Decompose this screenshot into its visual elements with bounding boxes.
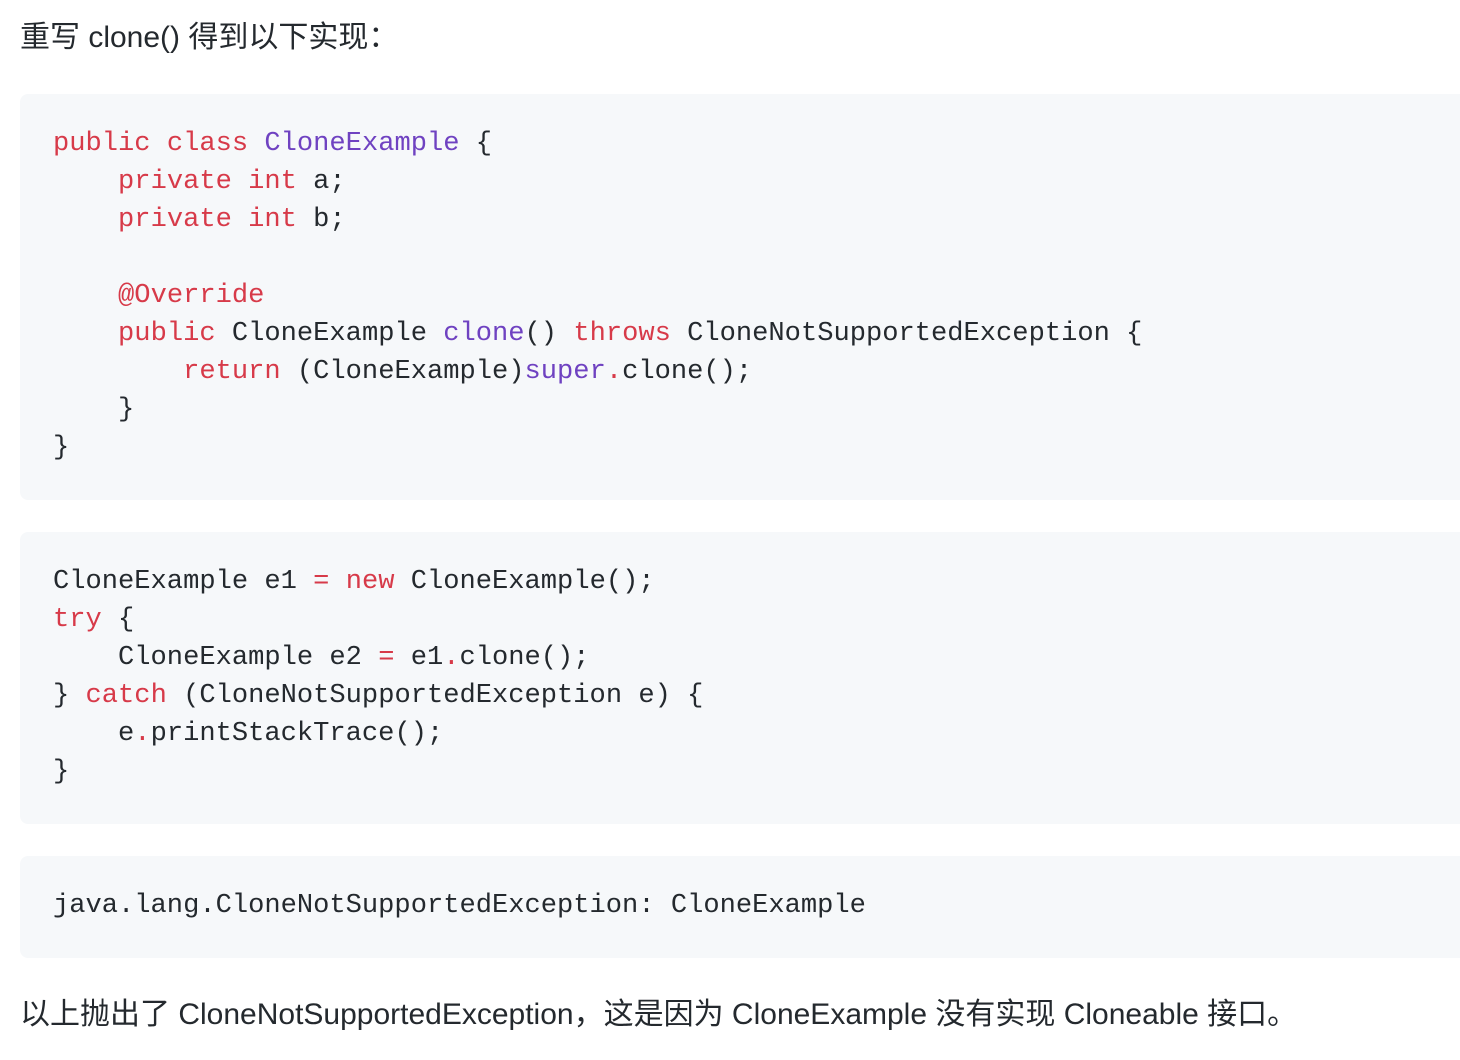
- code-text: a;: [296, 166, 346, 197]
- code-line: public CloneExample clone() throws Clone…: [53, 315, 1460, 353]
- code-text: printStackTrace();: [150, 718, 444, 749]
- code-text: {: [101, 604, 135, 635]
- code-block-clone-usage: CloneExample e1 = new CloneExample(); try…: [20, 532, 1460, 824]
- code-text: clone();: [459, 642, 590, 673]
- code-text: CloneExample();: [394, 566, 655, 597]
- code-text: e1: [394, 642, 444, 673]
- code-line: }: [53, 391, 1460, 429]
- code-line: @Override: [53, 277, 1460, 315]
- code-text: (CloneExample): [280, 356, 525, 387]
- code-text: CloneExample e1: [53, 566, 314, 597]
- code-text: }: [53, 432, 70, 463]
- code-keyword: new: [345, 566, 395, 597]
- code-content: java.lang.CloneNotSupportedException: Cl…: [53, 856, 1460, 925]
- code-keyword: public: [53, 128, 151, 159]
- code-line: e.printStackTrace();: [53, 715, 1460, 753]
- code-keyword: private: [118, 166, 232, 197]
- code-keyword: .: [134, 718, 151, 749]
- code-identifier: CloneExample: [264, 128, 460, 159]
- code-line: private int b;: [53, 201, 1460, 239]
- code-line: return (CloneExample)super.clone();: [53, 353, 1460, 391]
- code-identifier: clone: [443, 318, 525, 349]
- code-keyword: .: [605, 356, 623, 387]
- code-keyword: int: [248, 204, 297, 235]
- code-line: }: [53, 753, 1460, 791]
- code-text: java.lang.CloneNotSupportedException: Cl…: [53, 890, 866, 921]
- code-text: }: [53, 394, 135, 425]
- code-keyword: private: [118, 204, 232, 235]
- code-annotation: @Override: [118, 280, 265, 311]
- code-text: CloneExample e2: [53, 642, 379, 673]
- code-keyword: int: [248, 166, 297, 197]
- code-line: CloneExample e1 = new CloneExample();: [53, 563, 1460, 601]
- code-text: b;: [296, 204, 346, 235]
- intro-paragraph: 重写 clone() 得到以下实现：: [20, 21, 399, 54]
- code-block-clone-example-class: public class CloneExample { private int …: [20, 94, 1460, 500]
- code-keyword: throws: [573, 318, 671, 349]
- code-keyword: return: [183, 356, 281, 387]
- code-keyword: class: [166, 128, 249, 159]
- code-line: CloneExample e2 = e1.clone();: [53, 639, 1460, 677]
- code-text: (): [524, 318, 574, 349]
- code-line: java.lang.CloneNotSupportedException: Cl…: [53, 887, 1460, 925]
- code-text: }: [53, 680, 86, 711]
- code-keyword: catch: [85, 680, 167, 711]
- code-keyword: =: [313, 566, 330, 597]
- code-text: clone();: [622, 356, 753, 387]
- code-content: CloneExample e1 = new CloneExample(); try…: [53, 532, 1460, 791]
- code-keyword: try: [53, 604, 102, 635]
- code-keyword: .: [443, 642, 460, 673]
- code-text: CloneNotSupportedException {: [670, 318, 1143, 349]
- code-text: e: [53, 718, 135, 749]
- code-text: (CloneNotSupportedException e) {: [166, 680, 704, 711]
- code-line: try {: [53, 601, 1460, 639]
- code-text: {: [459, 128, 493, 159]
- outro-paragraph: 以上抛出了 CloneNotSupportedException，这是因为 Cl…: [20, 998, 1298, 1031]
- code-line: public class CloneExample {: [53, 125, 1460, 163]
- code-line: } catch (CloneNotSupportedException e) {: [53, 677, 1460, 715]
- code-content: public class CloneExample { private int …: [53, 94, 1460, 467]
- code-line: private int a;: [53, 163, 1460, 201]
- code-block-exception-output: java.lang.CloneNotSupportedException: Cl…: [20, 856, 1460, 958]
- code-text: }: [53, 756, 70, 787]
- code-line: }: [53, 429, 1460, 467]
- code-keyword: =: [378, 642, 395, 673]
- code-keyword: public: [118, 318, 216, 349]
- code-identifier: super: [524, 356, 606, 387]
- code-text: CloneExample: [215, 318, 444, 349]
